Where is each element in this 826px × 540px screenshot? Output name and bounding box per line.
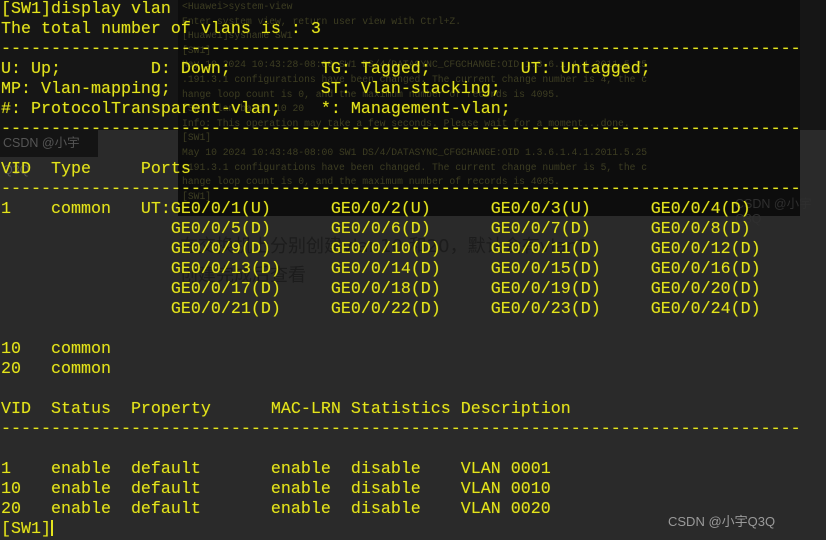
watermark-bottom-right: CSDN @小宇Q3Q	[668, 514, 776, 529]
terminal-line-text: GE0/0/21(D) GE0/0/22(D) GE0/0/23(D) GE0/…	[1, 300, 761, 319]
text-cursor	[50, 520, 53, 536]
terminal-line-text: VID Status Property MAC-LRN Statistics D…	[1, 400, 571, 419]
terminal-output[interactable]: [SW1]display vlan The total number of vla…	[1, 0, 801, 540]
terminal-line: 1 common UT:GE0/0/1(U) GE0/0/2(U) GE0/0/…	[1, 200, 801, 220]
terminal-line-text: GE0/0/5(D) GE0/0/6(D) GE0/0/7(D) GE0/0/8…	[1, 220, 751, 239]
terminal-line-text: GE0/0/17(D) GE0/0/18(D) GE0/0/19(D) GE0/…	[1, 280, 761, 299]
terminal-line: #: ProtocolTransparent-vlan; *: Manageme…	[1, 100, 801, 120]
terminal-line-text: GE0/0/9(D) GE0/0/10(D) GE0/0/11(D) GE0/0…	[1, 240, 761, 259]
terminal-line: MP: Vlan-mapping; ST: Vlan-stacking;	[1, 80, 801, 100]
terminal-line-text: 20 enable default enable disable VLAN 00…	[1, 500, 551, 519]
terminal-line: ----------------------------------------…	[1, 180, 801, 200]
terminal-line: VID Status Property MAC-LRN Statistics D…	[1, 400, 801, 420]
terminal-line: 1 enable default enable disable VLAN 000…	[1, 460, 801, 480]
terminal-line: GE0/0/9(D) GE0/0/10(D) GE0/0/11(D) GE0/0…	[1, 240, 801, 260]
terminal-line: GE0/0/5(D) GE0/0/6(D) GE0/0/7(D) GE0/0/8…	[1, 220, 801, 240]
terminal-line: GE0/0/13(D) GE0/0/14(D) GE0/0/15(D) GE0/…	[1, 260, 801, 280]
terminal-line: ----------------------------------------…	[1, 420, 801, 440]
terminal-line-text: ----------------------------------------…	[1, 40, 801, 59]
terminal-line: GE0/0/17(D) GE0/0/18(D) GE0/0/19(D) GE0/…	[1, 280, 801, 300]
terminal-line-text: 20 common	[1, 360, 111, 379]
terminal-line-text: GE0/0/13(D) GE0/0/14(D) GE0/0/15(D) GE0/…	[1, 260, 761, 279]
terminal-line: U: Up; D: Down; TG: Tagged; UT: Untagged…	[1, 60, 801, 80]
terminal-line-text: U: Up; D: Down; TG: Tagged; UT: Untagged…	[1, 60, 651, 79]
terminal-line-text: #: ProtocolTransparent-vlan; *: Manageme…	[1, 100, 511, 119]
terminal-line: 10 common	[1, 340, 801, 360]
terminal-line: VID Type Ports	[1, 160, 801, 180]
terminal-line-text: VID Type Ports	[1, 160, 191, 179]
terminal-line: [SW1]display vlan	[1, 0, 801, 20]
terminal-line: ----------------------------------------…	[1, 40, 801, 60]
terminal-line: GE0/0/21(D) GE0/0/22(D) GE0/0/23(D) GE0/…	[1, 300, 801, 320]
terminal-line-text: [SW1]	[1, 520, 51, 539]
terminal-line-text: ----------------------------------------…	[1, 120, 801, 139]
terminal-line: ----------------------------------------…	[1, 120, 801, 140]
terminal-line-text: 10 enable default enable disable VLAN 00…	[1, 480, 551, 499]
terminal-line-text: 1 enable default enable disable VLAN 000…	[1, 460, 551, 479]
terminal-line: 20 common	[1, 360, 801, 380]
terminal-line: The total number of vlans is : 3	[1, 20, 801, 40]
terminal-line-text: [SW1]display vlan	[1, 0, 171, 19]
terminal-line-text: 10 common	[1, 340, 111, 359]
terminal-line-text: MP: Vlan-mapping; ST: Vlan-stacking;	[1, 80, 501, 99]
terminal-line-text: ----------------------------------------…	[1, 420, 801, 439]
terminal-line: 10 enable default enable disable VLAN 00…	[1, 480, 801, 500]
terminal-line-text: The total number of vlans is : 3	[1, 20, 321, 39]
terminal-line-text: 1 common UT:GE0/0/1(U) GE0/0/2(U) GE0/0/…	[1, 200, 751, 219]
terminal-line-text: ----------------------------------------…	[1, 180, 801, 199]
